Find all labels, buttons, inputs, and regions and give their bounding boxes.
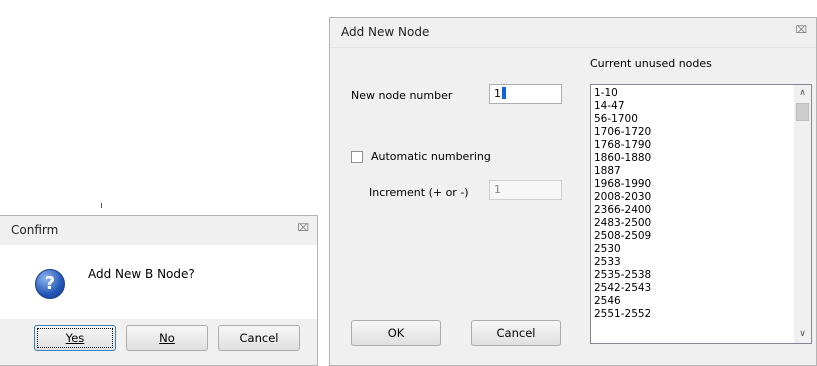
- no-button[interactable]: No: [126, 325, 208, 351]
- add-node-titlebar[interactable]: Add New Node ⌧: [330, 18, 816, 48]
- new-node-number-input[interactable]: 1: [489, 84, 562, 104]
- unused-node-item[interactable]: 1860-1880: [594, 152, 651, 165]
- no-button-label: No: [159, 331, 175, 345]
- text-cursor: [502, 87, 506, 99]
- yes-button-label: Yes: [65, 331, 85, 345]
- confirm-message: Add New B Node?: [88, 267, 195, 281]
- ok-button[interactable]: OK: [351, 320, 441, 346]
- unused-node-item[interactable]: 1706-1720: [594, 126, 651, 139]
- unused-nodes-listbox[interactable]: 1-10 14-47 56-1700 1706-1720 1768-1790 1860-1…: [590, 84, 812, 344]
- unused-node-item[interactable]: 2546: [594, 295, 651, 308]
- unused-node-item[interactable]: 1887: [594, 165, 651, 178]
- unused-node-item[interactable]: 14-47: [594, 100, 651, 113]
- unused-node-item[interactable]: 2008-2030: [594, 191, 651, 204]
- new-node-number-label: New node number: [351, 89, 453, 102]
- unused-node-item[interactable]: 1968-1990: [594, 178, 651, 191]
- unused-node-item[interactable]: 2483-2500: [594, 217, 651, 230]
- unused-node-item[interactable]: 2535-2538: [594, 269, 651, 282]
- unused-node-item[interactable]: 2551-2552: [594, 308, 651, 321]
- unused-node-item[interactable]: 1-10: [594, 87, 651, 100]
- automatic-numbering-label[interactable]: Automatic numbering: [371, 150, 491, 163]
- question-icon: ?: [35, 269, 65, 299]
- automatic-numbering-checkbox[interactable]: [351, 151, 363, 163]
- unused-node-item[interactable]: 2508-2509: [594, 230, 651, 243]
- unused-node-item[interactable]: 56-1700: [594, 113, 651, 126]
- confirm-close-icon[interactable]: ⌧: [297, 223, 309, 234]
- listbox-scrollbar[interactable]: ∧ ∨: [794, 85, 811, 343]
- unused-node-item[interactable]: 2542-2543: [594, 282, 651, 295]
- add-node-title: Add New Node: [341, 25, 430, 39]
- yes-button[interactable]: Yes: [34, 325, 116, 351]
- confirm-titlebar[interactable]: Confirm ⌧: [0, 216, 317, 245]
- unused-node-item[interactable]: 1768-1790: [594, 139, 651, 152]
- unused-nodes-list: 1-10 14-47 56-1700 1706-1720 1768-1790 1860-1…: [594, 87, 651, 321]
- background-tick-mark: [101, 203, 102, 208]
- scroll-thumb[interactable]: [796, 103, 809, 121]
- increment-label: Increment (+ or -): [369, 186, 469, 199]
- unused-node-item[interactable]: 2366-2400: [594, 204, 651, 217]
- confirm-dialog: Confirm ⌧ ? Add New B Node? Yes No Cance…: [0, 215, 318, 366]
- increment-value: 1: [494, 183, 501, 196]
- add-node-close-icon[interactable]: ⌧: [795, 25, 807, 36]
- unused-node-item[interactable]: 2530: [594, 243, 651, 256]
- unused-node-item[interactable]: 2533: [594, 256, 651, 269]
- new-node-number-value: 1: [494, 87, 501, 100]
- add-new-node-dialog: Add New Node ⌧ Current unused nodes New …: [329, 17, 817, 366]
- scroll-down-icon[interactable]: ∨: [794, 326, 811, 343]
- add-node-cancel-button[interactable]: Cancel: [471, 320, 561, 346]
- increment-input[interactable]: 1: [489, 180, 562, 200]
- confirm-title: Confirm: [11, 223, 59, 237]
- scroll-up-icon[interactable]: ∧: [794, 85, 811, 102]
- confirm-cancel-button[interactable]: Cancel: [218, 325, 300, 351]
- unused-nodes-label: Current unused nodes: [590, 57, 712, 70]
